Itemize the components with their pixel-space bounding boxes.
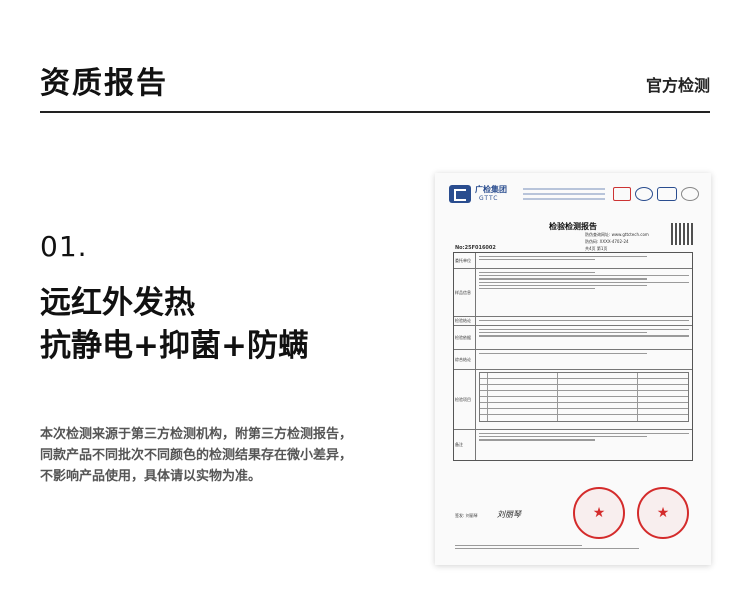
header-divider — [40, 111, 710, 113]
headline-line-1: 远红外发热 — [40, 285, 195, 321]
certificate-header: 广检集团 GTTC — [449, 183, 699, 207]
seal-badge-icon — [635, 187, 653, 201]
ma-badge-icon — [613, 187, 631, 201]
certificate-meta: 防伪查询网址: www.gttctech.com 防伪码: XXXX-4702-… — [585, 232, 649, 251]
accreditation-badges — [611, 183, 701, 205]
star-icon: ★ — [592, 505, 606, 521]
logo-cn: 广检集团 — [475, 185, 507, 194]
description-line-2: 同款产品不同批次不同颜色的检测结果存在微小差异， — [40, 448, 353, 463]
official-stamp-1: ★ — [573, 487, 625, 539]
org-lines — [523, 185, 605, 200]
logo-en: GTTC — [479, 195, 499, 202]
certificate-footer — [455, 543, 685, 551]
cnas-badge-icon — [657, 187, 677, 201]
description-line-1: 本次检测来源于第三方检测机构，附第三方检测报告， — [40, 427, 353, 442]
signature: 刘丽琴 — [497, 510, 521, 519]
qr-code-icon — [671, 223, 693, 245]
signature-label: 签发: 刘丽琴 — [455, 513, 478, 518]
section-headline: 远红外发热 抗静电+抑菌+防螨 — [40, 282, 309, 368]
certificate-table: 委托单位 样品信息 检验结论 检验依据 综合结论 检验项目 备注 — [453, 252, 693, 461]
headline-line-2: 抗静电+抑菌+防螨 — [40, 328, 309, 364]
header-tag: 官方检测 — [645, 76, 710, 95]
gttc-logo-icon — [449, 185, 471, 203]
ilac-badge-icon — [681, 187, 699, 201]
page-title: 资质报告 — [40, 66, 168, 101]
description-line-3: 不影响产品使用，具体请以实物为准。 — [40, 469, 262, 484]
certificate-image: 广检集团 GTTC 检验检测报告 防伪查询网址: www.gttctech.co… — [435, 173, 711, 565]
official-stamp-2: ★ — [637, 487, 689, 539]
section-description: 本次检测来源于第三方检测机构，附第三方检测报告， 同款产品不同批次不同颜色的检测… — [40, 424, 380, 487]
section-number: 01. — [40, 230, 88, 263]
report-number: No:25F016002 — [455, 245, 496, 251]
star-icon: ★ — [656, 505, 670, 521]
